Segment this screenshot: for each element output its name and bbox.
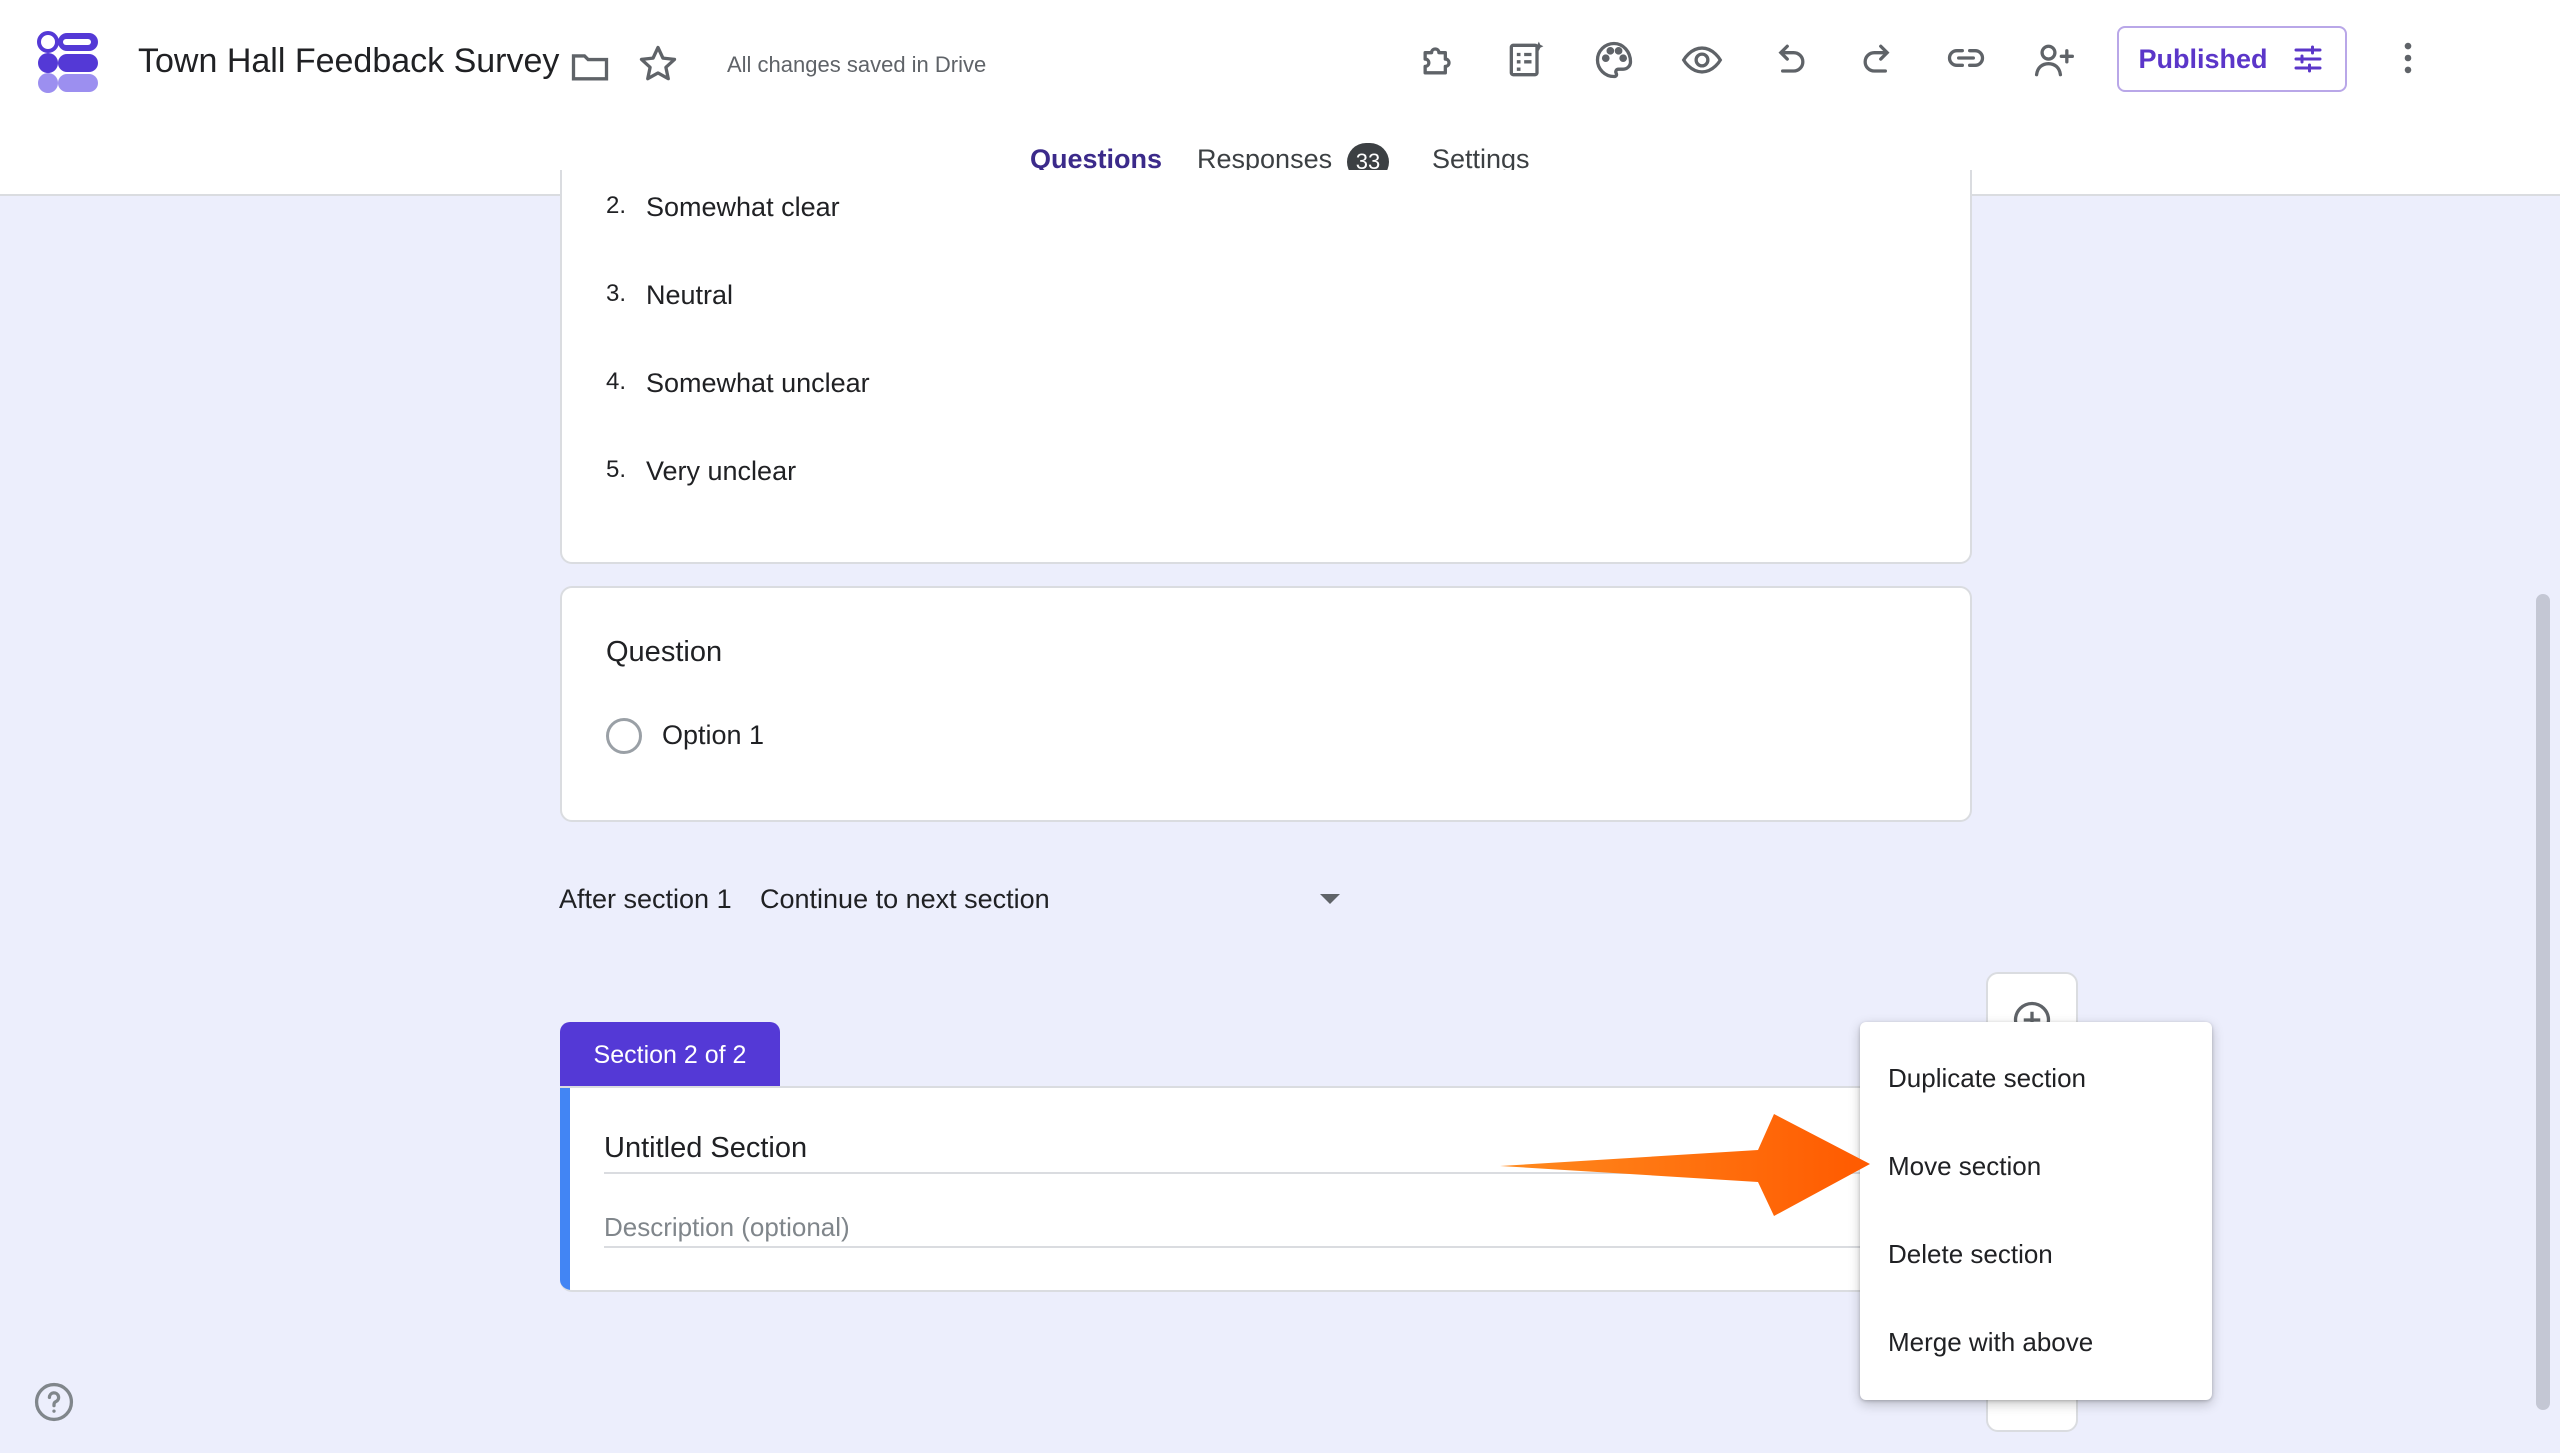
- star-icon[interactable]: [630, 36, 686, 92]
- option-label[interactable]: Option 1: [662, 720, 764, 751]
- palette-icon[interactable]: [1586, 32, 1642, 88]
- redo-icon[interactable]: [1850, 32, 1906, 88]
- section-description-input[interactable]: Description (optional): [604, 1212, 850, 1243]
- published-label: Published: [2138, 43, 2268, 74]
- publish-settings-icon: [2294, 45, 2321, 73]
- preview-eye-icon[interactable]: [1674, 32, 1730, 88]
- add-ons-icon[interactable]: [1410, 32, 1466, 88]
- published-button[interactable]: Published: [2117, 26, 2347, 92]
- app-header: Town Hall Feedback Survey All changes sa…: [0, 0, 2560, 196]
- link-icon[interactable]: [1938, 30, 1994, 86]
- dropdown-arrow-icon: [1320, 894, 1340, 904]
- menu-item-merge-with-above[interactable]: Merge with above: [1860, 1298, 2212, 1386]
- question-title[interactable]: Question: [606, 636, 722, 669]
- menu-item-delete-section[interactable]: Delete section: [1860, 1210, 2212, 1298]
- after-section-dropdown[interactable]: Continue to next section: [760, 870, 1340, 926]
- radio-button[interactable]: [606, 718, 642, 754]
- save-status: All changes saved in Drive: [727, 52, 987, 77]
- vertical-scrollbar[interactable]: [2536, 594, 2550, 1410]
- folder-icon[interactable]: [562, 38, 618, 94]
- scale-option: 2. Somewhat clear: [606, 192, 840, 222]
- forms-logo-icon[interactable]: [36, 30, 102, 94]
- undo-icon[interactable]: [1762, 32, 1818, 88]
- menu-item-duplicate-section[interactable]: Duplicate section: [1860, 1034, 2212, 1122]
- scale-option: 3. Neutral: [606, 280, 734, 310]
- scale-option: 5. Very unclear: [606, 456, 797, 486]
- menu-item-move-section[interactable]: Move section: [1860, 1122, 2212, 1210]
- annotation-arrow-icon: [1500, 1114, 1870, 1216]
- after-section-value: Continue to next section: [760, 884, 1050, 914]
- more-vert-icon[interactable]: [2380, 30, 2436, 86]
- after-section-label: After section 1: [559, 884, 732, 914]
- linear-scale-question-card[interactable]: 2. Somewhat clear 3. Neutral 4. Somewhat…: [560, 170, 1972, 564]
- section-title[interactable]: Untitled Section: [604, 1132, 807, 1165]
- help-icon[interactable]: [32, 1380, 76, 1424]
- document-title[interactable]: Town Hall Feedback Survey: [138, 42, 559, 81]
- scale-option: 4. Somewhat unclear: [606, 368, 870, 398]
- ai-form-icon[interactable]: [1498, 32, 1554, 88]
- section-header-tab: Section 2 of 2: [560, 1022, 780, 1088]
- divider: [604, 1246, 1944, 1248]
- section-accent-bar: [560, 1088, 570, 1290]
- multiple-choice-question-card[interactable]: Question Option 1: [560, 586, 1972, 822]
- add-collaborator-icon[interactable]: [2026, 32, 2082, 88]
- section-options-menu: Duplicate section Move section Delete se…: [1860, 1022, 2212, 1400]
